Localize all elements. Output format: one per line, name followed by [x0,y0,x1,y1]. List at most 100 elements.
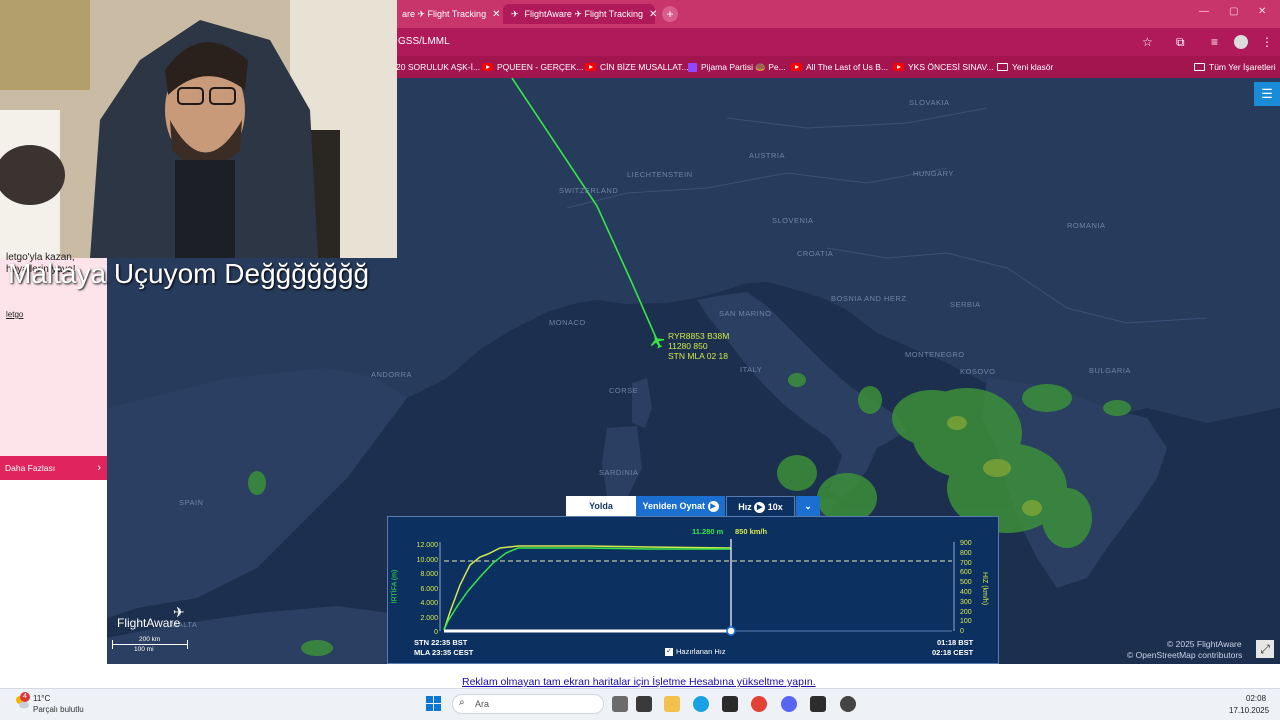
webcam-feed [0,0,397,258]
star-icon[interactable]: ☆ [1142,35,1153,49]
flight-alt-speed: 11280 850 [668,341,708,351]
country-label: MONTENEGRO [905,350,965,359]
reading-list-icon[interactable]: ≡ [1211,35,1218,49]
departure-time: STN 22:35 BST MLA 23:35 CEST [414,638,473,658]
country-label: SWITZERLAND [559,186,619,195]
speed-control[interactable]: Hız ▶ 10x [726,496,795,517]
bookmark-item[interactable]: PQUEEN - GERÇEK... [482,60,583,74]
flight-callsign: RYR8853 B38M [668,331,730,341]
tick-label: 8.000 [420,571,438,578]
altitude-ticks: 12.000 10.000 8.000 6.000 4.000 2.000 0 [408,539,438,641]
ad-more-label: Daha Fazlası [5,463,56,473]
webcam-overlay [0,0,397,258]
ad-more-button[interactable]: Daha Fazlası › [0,456,107,480]
bookmark-item[interactable]: Pijama Partisi 🍩 Pe... [688,60,786,74]
tick-label: 4.000 [420,600,438,607]
brand-label: FlightAware [117,616,181,630]
departure-label: STN 22:35 BST [414,638,468,647]
attribution: © 2025 FlightAware [1167,639,1242,649]
expand-panel-button[interactable]: ⌄ [796,496,820,517]
bookmark-label: All The Last of Us B... [806,62,889,72]
tick-label: 800 [960,549,972,557]
chevron-down-icon: ⌄ [804,501,812,511]
bookmark-item[interactable]: CİN BİZE MUSALLAT... [585,60,689,74]
speed-ticks: 900 800 700 600 500 400 300 200 100 0 [960,539,972,637]
altitude-axis-label: İRTİFA (m) [391,569,399,604]
search-icon: ⌕ [459,697,465,708]
tick-label: 200 [960,608,972,616]
tick-label: 900 [960,540,972,547]
country-label: KOSOVO [960,367,996,376]
tick-label: 300 [960,598,972,606]
notification-badge: 4 [20,692,30,702]
altitude-speed-chart[interactable]: 11.280 m 850 km/h İRTİFA (m) HIZ (km/h) … [387,516,999,664]
bookmark-item[interactable]: 20 SORULUK AŞK-İ... [396,60,480,74]
bookmark-item[interactable]: YKS ÖNCESİ SINAV... [893,60,994,74]
tab-replay[interactable]: Yeniden Oynat ▶ [636,496,725,517]
clock-time[interactable]: 02:08 [1246,694,1266,703]
minimize-icon[interactable]: — [1199,6,1209,17]
bookmark-item[interactable]: All The Last of Us B... [791,60,888,74]
arrival-time: 01:18 BST 02:18 CEST [932,638,973,658]
attribution[interactable]: © OpenStreetMap contributors [1127,650,1242,660]
speed-axis-label: HIZ (km/h) [981,571,989,606]
media-app-icon[interactable] [636,696,652,712]
ad-panel [0,258,107,480]
upgrade-link[interactable]: Reklam olmayan tam ekran haritalar için … [462,676,816,688]
browser-tab-1[interactable]: are ✈ Flight Tracking ✕ [394,4,500,24]
country-label: SLOVENIA [772,216,814,225]
youtube-icon [585,63,596,71]
edge-icon[interactable] [693,696,709,712]
clock-date[interactable]: 17.10.2025 [1229,706,1269,715]
store-icon[interactable] [722,696,738,712]
game-app-icon[interactable] [810,696,826,712]
layers-button[interactable]: ☰ [1254,82,1280,106]
bookmark-label: PQUEEN - GERÇEK... [497,62,584,72]
file-explorer-icon[interactable] [664,696,680,712]
checkbox-icon[interactable]: ✓ [665,647,673,656]
windows-start-icon[interactable] [426,696,441,711]
flight-data-block[interactable]: RYR8853 B38M 11280 850 STN MLA 02 18 [668,331,729,361]
tick-label: 600 [960,569,972,577]
taskbar-search[interactable]: Ara [452,694,604,714]
tick-label: 12.000 [416,542,438,549]
bookmark-label: CİN BİZE MUSALLAT... [600,62,689,72]
ad-link[interactable]: letgo [6,310,23,319]
profile-avatar[interactable] [1234,35,1248,49]
scale-km: 200 km [139,636,161,643]
stream-overlay-title: Maltaya Uçuyom Değğğğğğğ [8,258,370,289]
close-window-icon[interactable]: ✕ [1258,6,1266,17]
tick-label: 10.000 [416,556,438,564]
aircraft-icon [651,334,665,349]
bookmark-item[interactable]: Yeni klasör [997,60,1053,74]
url-field[interactable]: GSS/LMML [392,33,1162,51]
maximize-icon[interactable]: ▢ [1229,6,1238,17]
folder-icon [1194,63,1205,71]
play-icon: ▶ [754,502,766,514]
planned-speed-label: Hazırlanan Hız [676,647,726,656]
bookmark-label: YKS ÖNCESİ SINAV... [908,62,994,72]
task-view-icon[interactable] [612,696,628,712]
close-tab-icon[interactable]: ✕ [492,9,500,20]
browser-tab-2[interactable]: ✈ FlightAware ✈ Flight Tracking ✕ [503,4,657,24]
chrome-icon[interactable] [751,696,767,712]
arrival-label: 01:18 BST [937,638,974,647]
planned-speed-toggle[interactable]: ✓ Hazırlanan Hız [665,647,726,656]
new-tab-button[interactable]: + [662,6,678,22]
close-tab-icon[interactable]: ✕ [649,9,657,20]
youtube-icon [893,63,904,71]
bookmark-label: 20 SORULUK AŞK-İ... [396,62,481,72]
tick-label: 700 [960,559,972,567]
weather-desc: Parçalı bulutlu [33,705,84,714]
discord-icon[interactable] [781,696,797,712]
menu-icon[interactable]: ⋮ [1261,35,1273,49]
country-label: BULGARIA [1089,366,1131,375]
all-bookmarks[interactable]: Tüm Yer İşaretleri [1194,60,1276,74]
app-icon[interactable] [840,696,856,712]
fullscreen-icon[interactable]: ⤢ [1256,640,1274,658]
replay-label: Yeniden Oynat [642,501,705,511]
arrival-label: 02:18 CEST [932,648,974,657]
tab-en-route[interactable]: Yolda [566,496,636,517]
country-label: HUNGARY [913,169,954,178]
extensions-icon[interactable]: ⧉ [1176,35,1185,50]
